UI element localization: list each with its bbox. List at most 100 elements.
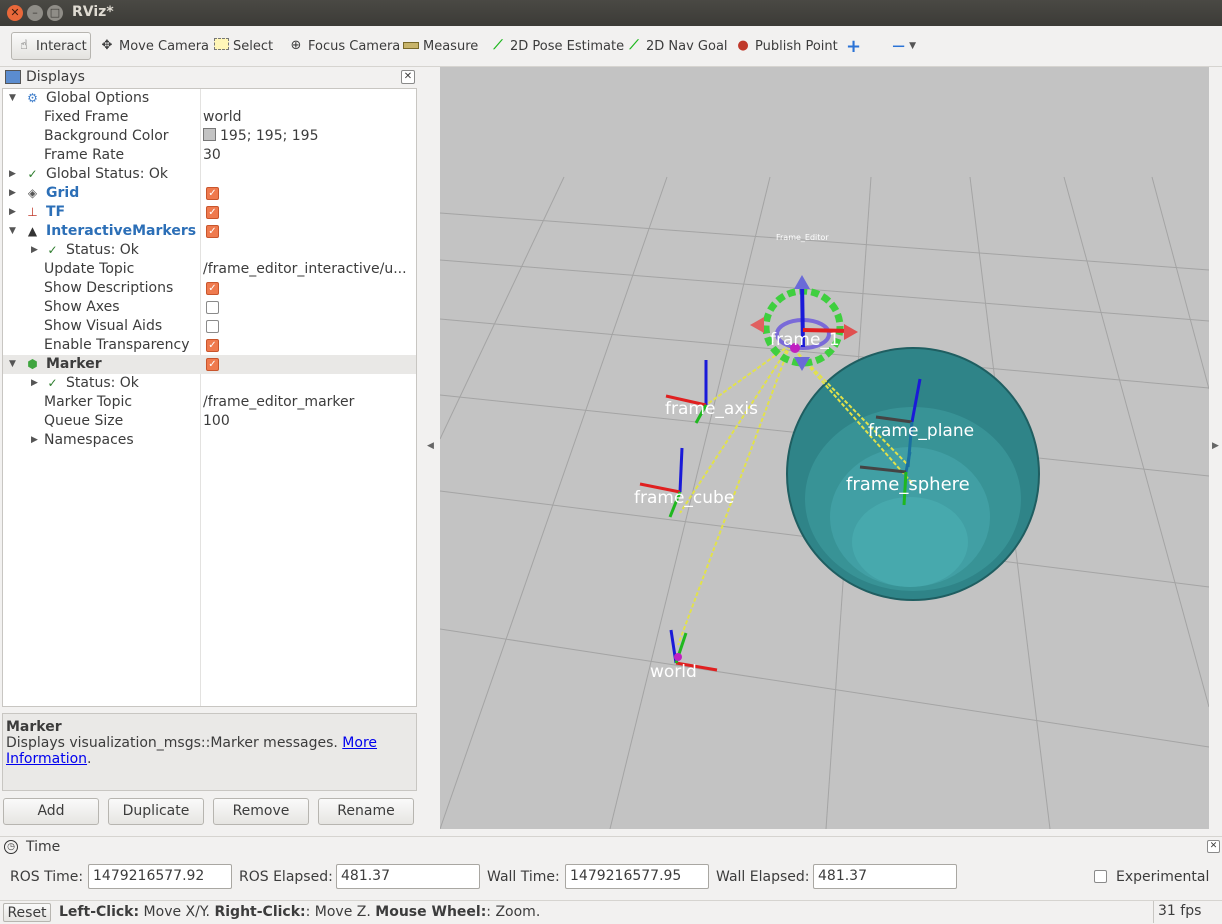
tree-row-im-status[interactable]: ▶ ✓ Status: Ok [3,241,416,260]
collapsed-arrow-icon[interactable]: ▶ [9,203,16,222]
add-tool-button[interactable]: + [846,32,861,60]
green-cube-icon: ⬢ [27,357,38,371]
remove-button[interactable]: Remove [213,798,309,825]
world-label: world [650,662,697,682]
information-link[interactable]: Information [6,751,87,767]
checkmark-icon: ✓ [47,376,58,390]
collapse-left-icon[interactable]: ◀ [427,441,434,451]
show-axes-checkbox[interactable] [206,301,219,314]
wall-time-field[interactable]: 1479216577.95 [565,864,709,889]
collapsed-arrow-icon[interactable]: ▶ [31,241,38,260]
maximize-window-button[interactable]: □ [47,5,63,21]
move-camera-tool-button[interactable]: ✥ Move Camera [99,32,209,60]
3d-scene[interactable]: frame_1 frame_axis frame_cube frame_plan… [440,67,1209,829]
remove-tool-button[interactable]: − ▼ [891,32,916,60]
tree-row-show-axes[interactable]: Show Axes [3,298,416,317]
fixed-frame-value[interactable]: world [203,108,413,127]
green-arrow-icon: ⟋ [629,38,639,53]
tf-axes-icon: ⊥ [27,205,38,219]
tree-row-frame-rate[interactable]: Frame Rate 30 [3,146,416,165]
duplicate-button[interactable]: Duplicate [108,798,204,825]
frame-plane-label: frame_plane [868,421,974,441]
queue-size-value[interactable]: 100 [203,412,413,431]
expanded-arrow-icon[interactable]: ▼ [9,89,16,108]
tree-row-enable-transparency[interactable]: Enable Transparency ✓ [3,336,416,355]
hint-left-click: Left-Click: [59,904,140,920]
tree-row-interactive-markers[interactable]: ▼ ▲ InteractiveMarkers ✓ [3,222,416,241]
interactive-markers-enabled-checkbox[interactable]: ✓ [206,225,219,238]
tree-row-show-descriptions[interactable]: Show Descriptions ✓ [3,279,416,298]
minimize-window-button[interactable]: – [27,5,43,21]
more-info-link[interactable]: More [342,735,377,751]
tree-label: Show Visual Aids [44,318,163,334]
tf-enabled-checkbox[interactable]: ✓ [206,206,219,219]
collapse-right-icon[interactable]: ▶ [1212,441,1219,451]
select-box-icon [213,38,229,54]
expanded-arrow-icon[interactable]: ▼ [9,355,16,374]
displays-tree: ▼ ⚙ Global Options Fixed Frame world Bac… [2,88,417,707]
tree-label: Status: Ok [66,242,139,258]
show-visual-aids-checkbox[interactable] [206,320,219,333]
pose-estimate-tool-button[interactable]: ⟋ 2D Pose Estimate [490,32,624,60]
time-panel-title: Time [26,839,61,855]
hint-right-click: Right-Click: [214,904,306,920]
show-descriptions-checkbox[interactable]: ✓ [206,282,219,295]
tree-row-show-visual-aids[interactable]: Show Visual Aids [3,317,416,336]
tree-row-grid[interactable]: ▶ ◈ Grid ✓ [3,184,416,203]
tree-row-marker[interactable]: ▼ ⬢ Marker ✓ [3,355,416,374]
update-topic-value[interactable]: /frame_editor_interactive/u... [203,260,413,279]
checkmark-icon: ✓ [47,243,58,257]
wall-elapsed-field[interactable]: 481.37 [813,864,957,889]
marker-enabled-checkbox[interactable]: ✓ [206,358,219,371]
tree-row-marker-topic[interactable]: Marker Topic /frame_editor_marker [3,393,416,412]
tree-label: Show Axes [44,299,120,315]
3d-viewport[interactable]: frame_1 frame_axis frame_cube frame_plan… [440,67,1209,829]
collapsed-arrow-icon[interactable]: ▶ [9,184,16,203]
clock-icon: ◷ [4,840,18,854]
time-close-button[interactable]: ✕ [1207,840,1220,853]
interact-tool-button[interactable]: ☝ Interact [11,32,91,60]
add-button[interactable]: Add [3,798,99,825]
collapsed-arrow-icon[interactable]: ▶ [9,165,16,184]
frame-rate-value[interactable]: 30 [203,146,413,165]
tree-label: Marker Topic [44,394,133,410]
displays-close-button[interactable]: ✕ [401,70,415,84]
chevron-down-icon: ▼ [909,41,917,51]
tree-label: Enable Transparency [44,337,190,353]
tree-row-update-topic[interactable]: Update Topic /frame_editor_interactive/u… [3,260,416,279]
viewport-right-splitter[interactable]: ▶ [1209,67,1222,829]
experimental-checkbox[interactable] [1094,870,1107,883]
tree-row-global-status[interactable]: ▶ ✓ Global Status: Ok [3,165,416,184]
close-window-button[interactable]: ✕ [7,5,23,21]
tree-row-global-options[interactable]: ▼ ⚙ Global Options [3,89,416,108]
background-color-value[interactable]: 195; 195; 195 [203,127,413,146]
collapsed-arrow-icon[interactable]: ▶ [31,431,38,450]
reset-button[interactable]: Reset [3,903,51,922]
collapsed-arrow-icon[interactable]: ▶ [31,374,38,393]
tree-row-marker-status[interactable]: ▶ ✓ Status: Ok [3,374,416,393]
tree-row-background-color[interactable]: Background Color 195; 195; 195 [3,127,416,146]
enable-transparency-checkbox[interactable]: ✓ [206,339,219,352]
marker-topic-value[interactable]: /frame_editor_marker [203,393,413,412]
tree-row-tf[interactable]: ▶ ⊥ TF ✓ [3,203,416,222]
publish-point-tool-button[interactable]: ● Publish Point [735,32,837,60]
viewport-left-splitter[interactable]: ◀ [418,67,440,829]
focus-camera-tool-button[interactable]: ⊕ Focus Camera [288,32,401,60]
grid-enabled-checkbox[interactable]: ✓ [206,187,219,200]
hint-mouse-wheel: Mouse Wheel: [375,904,487,920]
nav-goal-tool-button[interactable]: ⟋ 2D Nav Goal [626,32,727,60]
measure-tool-button[interactable]: Measure [403,32,478,60]
rename-button[interactable]: Rename [318,798,414,825]
tree-row-fixed-frame[interactable]: Fixed Frame world [3,108,416,127]
ros-elapsed-field[interactable]: 481.37 [336,864,480,889]
tree-row-queue-size[interactable]: Queue Size 100 [3,412,416,431]
ros-time-field[interactable]: 1479216577.92 [88,864,232,889]
description-title: Marker [6,719,62,735]
toolbar: ☝ Interact ✥ Move Camera Select ⊕ Focus … [0,26,1222,67]
tree-row-namespaces[interactable]: ▶ Namespaces [3,431,416,450]
ruler-icon [403,38,419,54]
grid-icon: ◈ [27,186,38,200]
hint-text: Move X/Y. [139,904,215,920]
select-tool-button[interactable]: Select [213,32,273,60]
expanded-arrow-icon[interactable]: ▼ [9,222,16,241]
